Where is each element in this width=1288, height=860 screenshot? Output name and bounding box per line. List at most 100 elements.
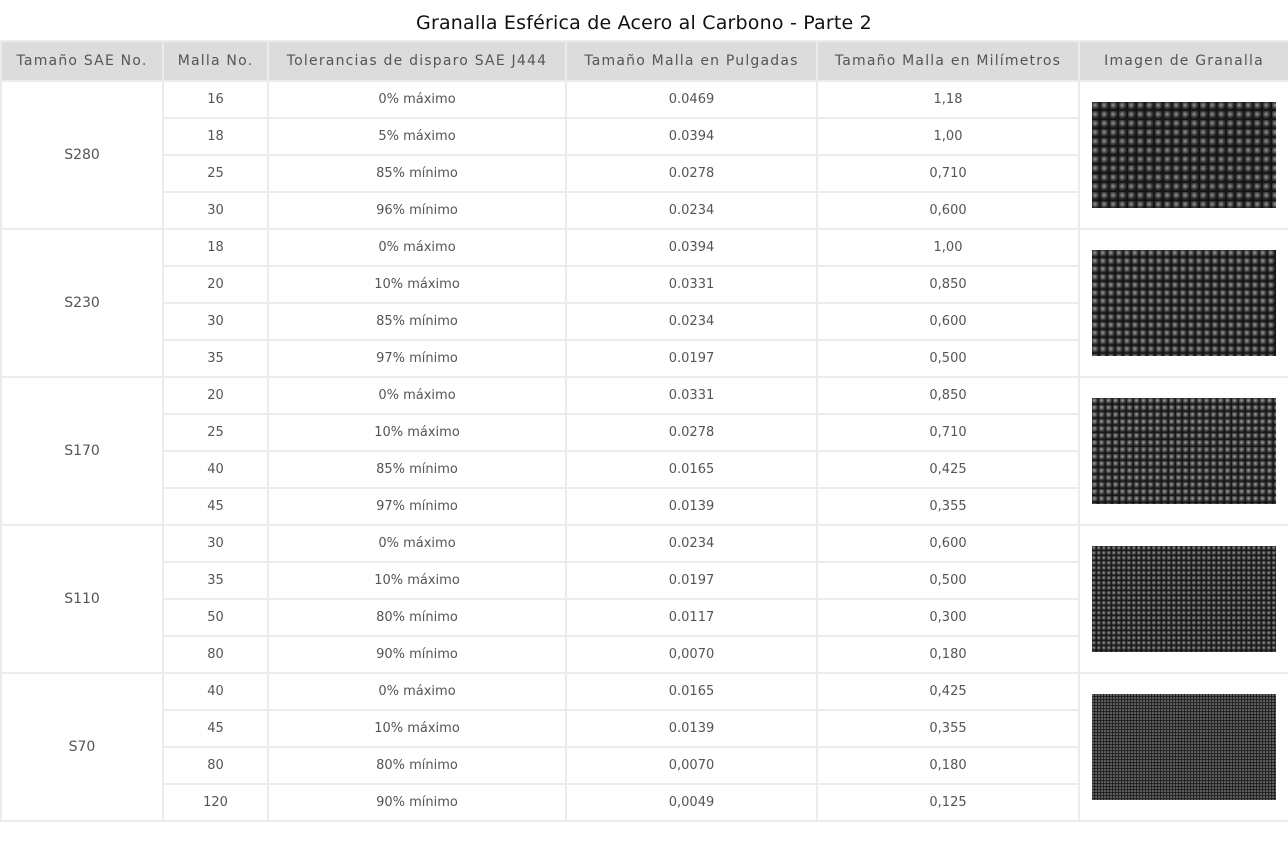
shot-image-cell	[1078, 524, 1288, 674]
table-row: S230 18 0% máximo 0.0394 1,00	[0, 228, 1288, 378]
inches-cell: 0.0331	[565, 376, 818, 415]
mesh-cell: 45	[162, 487, 269, 526]
mm-cell: 0,710	[816, 154, 1080, 193]
mm-cell: 0,425	[816, 450, 1080, 489]
header-mesh-no: Malla No.	[162, 40, 269, 82]
tolerance-cell: 97% mínimo	[267, 487, 567, 526]
inches-cell: 0,0070	[565, 635, 818, 674]
mm-cell: 1,18	[816, 80, 1080, 119]
mm-cell: 0,300	[816, 598, 1080, 637]
inches-cell: 0,0070	[565, 746, 818, 785]
sae-size-cell: S170	[0, 376, 164, 526]
table-body: S280 16 0% máximo 0.0469 1,18 18 5% máximo 0.03…	[0, 80, 1288, 822]
mesh-cell: 20	[162, 376, 269, 415]
shot-image-cell	[1078, 80, 1288, 230]
tolerance-cell: 0% máximo	[267, 228, 567, 267]
tolerance-cell: 85% mínimo	[267, 450, 567, 489]
sae-size-cell: S230	[0, 228, 164, 378]
table-row: S280 16 0% máximo 0.0469 1,18	[0, 80, 1288, 230]
tolerance-cell: 0% máximo	[267, 524, 567, 563]
tolerance-cell: 80% mínimo	[267, 598, 567, 637]
mm-cell: 0,355	[816, 487, 1080, 526]
sae-size-cell: S280	[0, 80, 164, 230]
mesh-cell: 30	[162, 191, 269, 230]
mesh-cell: 18	[162, 228, 269, 267]
mesh-cell: 35	[162, 339, 269, 378]
mm-cell: 0,180	[816, 635, 1080, 674]
header-tolerance: Tolerancias de disparo SAE J444	[267, 40, 567, 82]
inches-cell: 0,0049	[565, 783, 818, 822]
mesh-cell: 20	[162, 265, 269, 304]
header-shot-image: Imagen de Granalla	[1078, 40, 1288, 82]
inches-cell: 0.0197	[565, 339, 818, 378]
tolerance-cell: 5% máximo	[267, 117, 567, 156]
mesh-cell: 25	[162, 413, 269, 452]
tolerance-cell: 97% mínimo	[267, 339, 567, 378]
inches-cell: 0.0469	[565, 80, 818, 119]
steel-shot-s110-photo	[1092, 546, 1276, 652]
tolerance-cell: 10% máximo	[267, 709, 567, 748]
mesh-cell: 30	[162, 302, 269, 341]
mesh-cell: 80	[162, 746, 269, 785]
inches-cell: 0.0394	[565, 117, 818, 156]
header-row: Tamaño SAE No. Malla No. Tolerancias de …	[0, 40, 1288, 82]
mm-cell: 0,850	[816, 376, 1080, 415]
shot-image-cell	[1078, 376, 1288, 526]
mm-cell: 0,125	[816, 783, 1080, 822]
inches-cell: 0.0139	[565, 487, 818, 526]
mesh-cell: 45	[162, 709, 269, 748]
mm-cell: 0,600	[816, 524, 1080, 563]
mesh-cell: 18	[162, 117, 269, 156]
mm-cell: 1,00	[816, 117, 1080, 156]
mm-cell: 0,500	[816, 339, 1080, 378]
mesh-cell: 50	[162, 598, 269, 637]
mm-cell: 0,710	[816, 413, 1080, 452]
inches-cell: 0.0197	[565, 561, 818, 600]
mesh-cell: 80	[162, 635, 269, 674]
inches-cell: 0.0331	[565, 265, 818, 304]
steel-shot-table: Tamaño SAE No. Malla No. Tolerancias de …	[0, 40, 1288, 822]
shot-image-cell	[1078, 228, 1288, 378]
steel-shot-s70-photo	[1092, 694, 1276, 800]
tolerance-cell: 90% mínimo	[267, 635, 567, 674]
tolerance-cell: 85% mínimo	[267, 154, 567, 193]
tolerance-cell: 85% mínimo	[267, 302, 567, 341]
mesh-cell: 40	[162, 672, 269, 711]
mm-cell: 0,355	[816, 709, 1080, 748]
mesh-cell: 35	[162, 561, 269, 600]
mm-cell: 0,500	[816, 561, 1080, 600]
inches-cell: 0.0278	[565, 154, 818, 193]
inches-cell: 0.0234	[565, 302, 818, 341]
inches-cell: 0.0165	[565, 450, 818, 489]
tolerance-cell: 0% máximo	[267, 376, 567, 415]
mm-cell: 0,425	[816, 672, 1080, 711]
inches-cell: 0.0139	[565, 709, 818, 748]
inches-cell: 0.0234	[565, 524, 818, 563]
mesh-cell: 16	[162, 80, 269, 119]
mm-cell: 0,600	[816, 302, 1080, 341]
page-title: Granalla Esférica de Acero al Carbono - …	[416, 12, 872, 34]
inches-cell: 0.0165	[565, 672, 818, 711]
sae-size-cell: S110	[0, 524, 164, 674]
table-row: S170 20 0% máximo 0.0331 0,850	[0, 376, 1288, 526]
mm-cell: 0,180	[816, 746, 1080, 785]
tolerance-cell: 90% mínimo	[267, 783, 567, 822]
tolerance-cell: 96% mínimo	[267, 191, 567, 230]
mesh-cell: 40	[162, 450, 269, 489]
tolerance-cell: 0% máximo	[267, 672, 567, 711]
table-header: Tamaño SAE No. Malla No. Tolerancias de …	[0, 40, 1288, 82]
sae-size-cell: S70	[0, 672, 164, 822]
tolerance-cell: 80% mínimo	[267, 746, 567, 785]
header-mesh-inches: Tamaño Malla en Pulgadas	[565, 40, 818, 82]
table-row: S70 40 0% máximo 0.0165 0,425	[0, 672, 1288, 822]
mm-cell: 0,850	[816, 265, 1080, 304]
mesh-cell: 30	[162, 524, 269, 563]
mesh-cell: 25	[162, 154, 269, 193]
tolerance-cell: 10% máximo	[267, 413, 567, 452]
tolerance-cell: 10% máximo	[267, 265, 567, 304]
header-mesh-mm: Tamaño Malla en Milímetros	[816, 40, 1080, 82]
table-row: S110 30 0% máximo 0.0234 0,600	[0, 524, 1288, 674]
inches-cell: 0.0117	[565, 598, 818, 637]
shot-image-cell	[1078, 672, 1288, 822]
inches-cell: 0.0278	[565, 413, 818, 452]
